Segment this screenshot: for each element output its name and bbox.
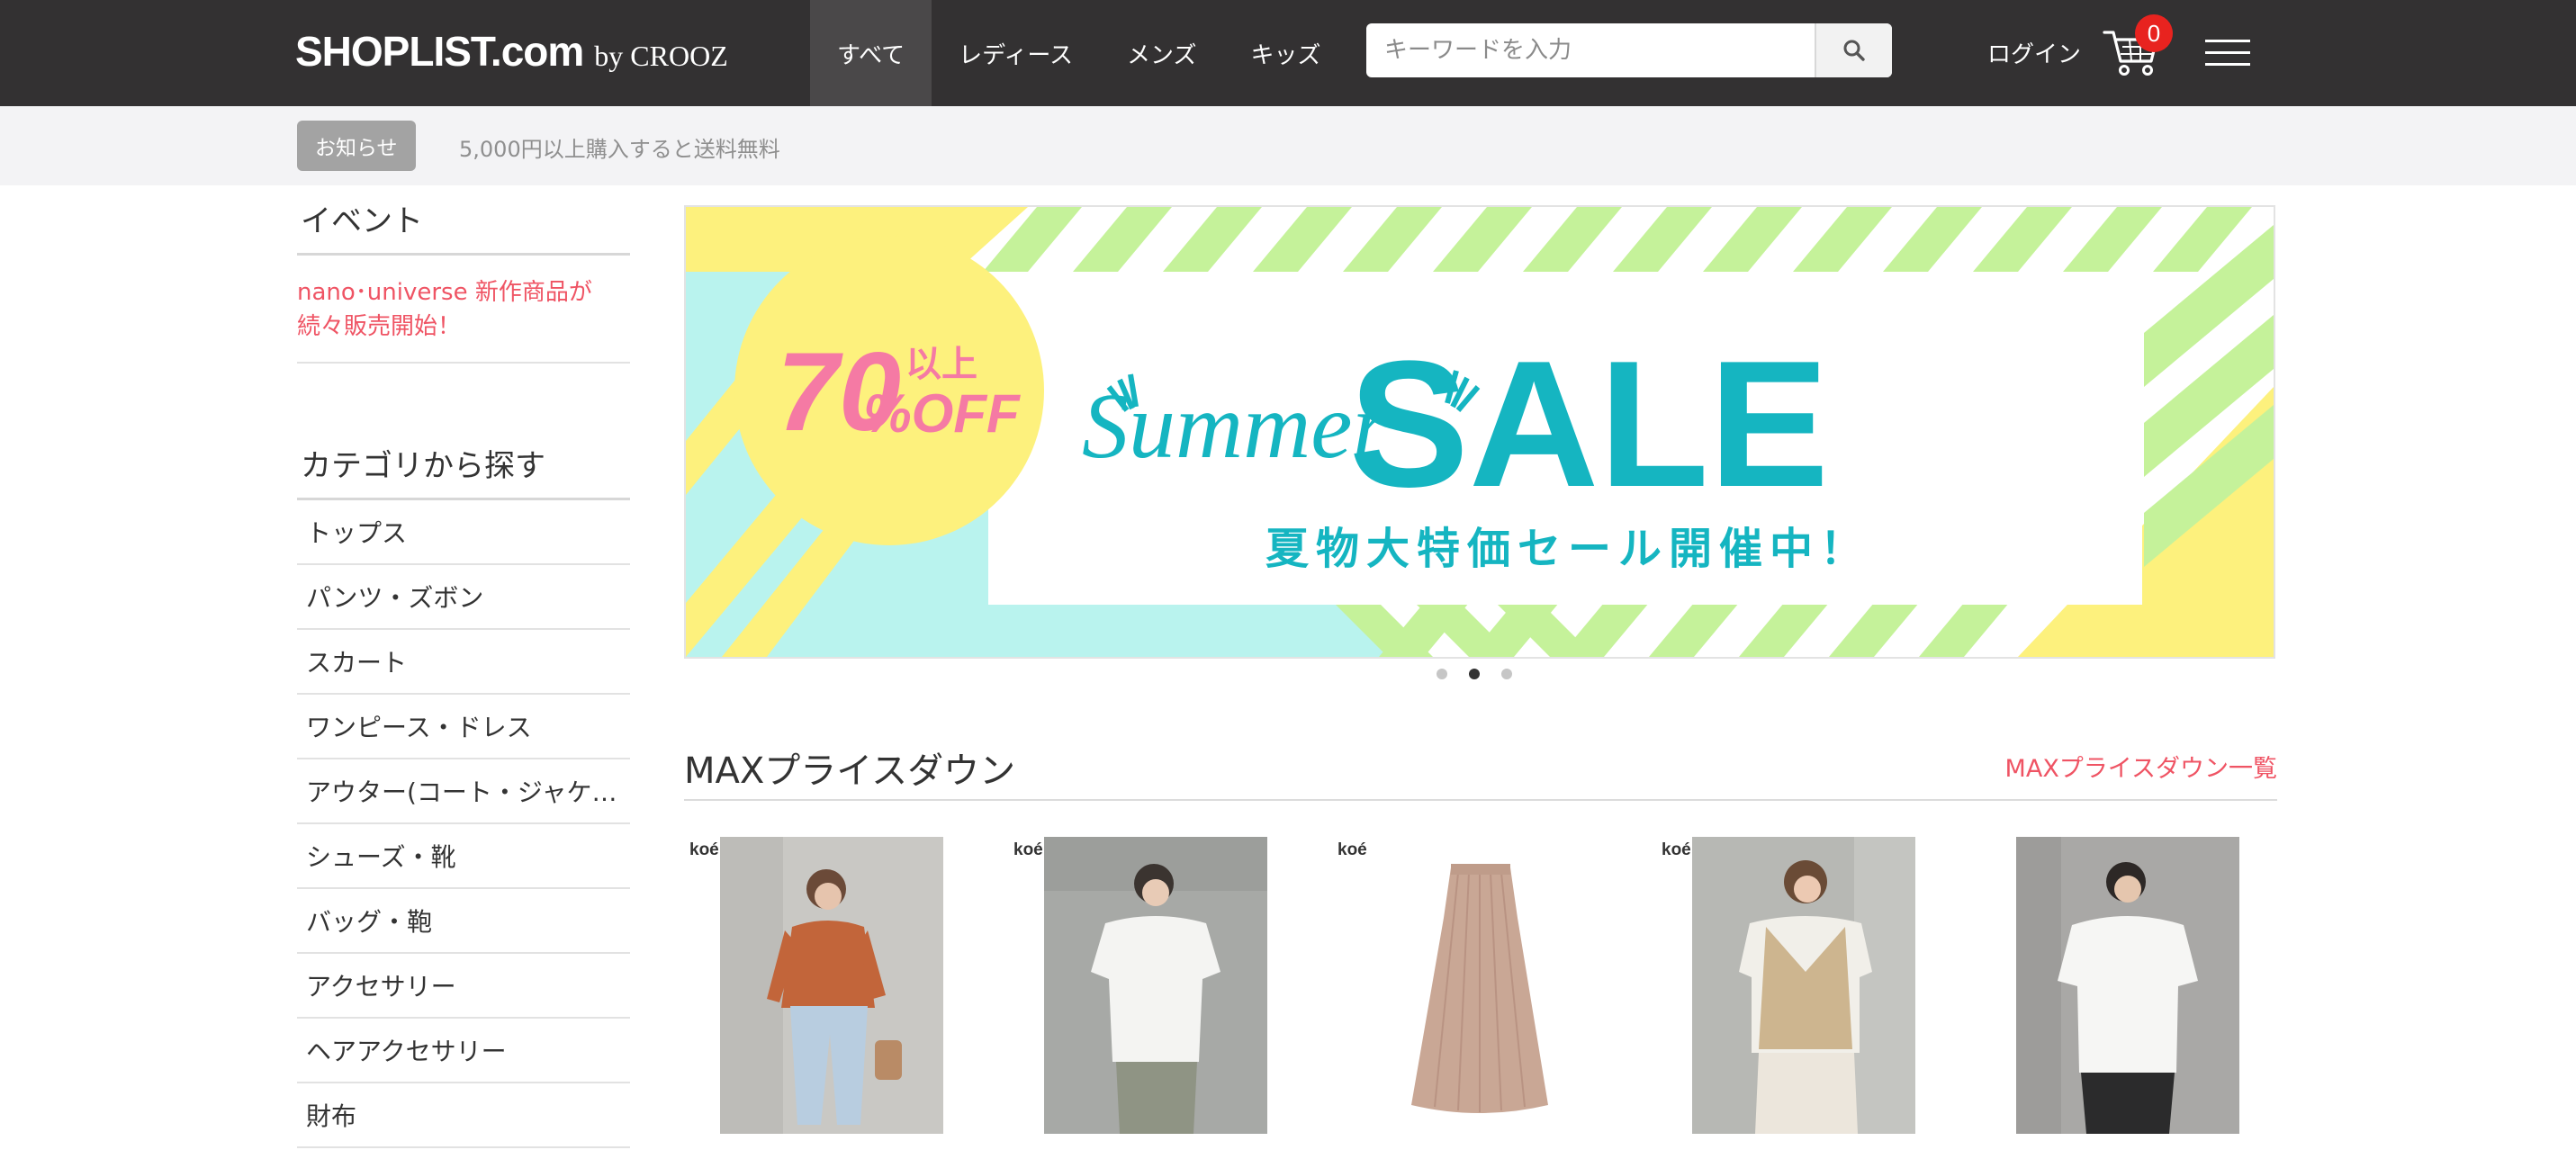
brand-logo: koé <box>1013 840 1043 859</box>
product-card[interactable]: koé <box>1008 837 1269 1150</box>
category-item-tops[interactable]: トップス <box>297 500 630 565</box>
product-image <box>720 837 943 1134</box>
cart-count-badge: 0 <box>2135 14 2173 52</box>
category-item-bags[interactable]: バッグ・鞄 <box>297 889 630 954</box>
brand-logo: koé <box>689 840 719 859</box>
banner-subtitle-text: 夏物大特価セール開催中！ <box>1265 524 1870 574</box>
notice-badge[interactable]: お知らせ <box>297 121 416 171</box>
section-view-all-link[interactable]: MAXプライスダウン一覧 <box>2005 749 2277 784</box>
search-input[interactable] <box>1366 23 1815 77</box>
sale-banner-graphic: 70 以上 %OFF Summer SALE 夏物大特価セール開催中！ <box>686 207 2274 657</box>
category-item-shoes[interactable]: シューズ・靴 <box>297 824 630 889</box>
banner-ijou-text: 以上 <box>905 344 977 385</box>
product-card[interactable]: koé <box>1656 837 1917 1150</box>
sale-banner[interactable]: 70 以上 %OFF Summer SALE 夏物大特価セール開催中！ <box>684 205 2275 659</box>
carousel-dot-1[interactable] <box>1437 669 1447 679</box>
sidebar: イベント nano･universe 新作商品が続々販売開始！ カテゴリから探す… <box>297 185 630 1148</box>
event-link[interactable]: nano･universe 新作商品が続々販売開始！ <box>297 256 630 364</box>
banner-summer-text: Summer <box>1082 374 1389 478</box>
carousel-dots <box>1437 669 1512 679</box>
nav-tab-mens[interactable]: メンズ <box>1100 0 1223 106</box>
product-card[interactable]: koé <box>1332 837 1593 1150</box>
login-link[interactable]: ログイン <box>1987 36 2081 69</box>
search-box <box>1366 23 1892 77</box>
section-title: MAXプライスダウン <box>684 750 1016 792</box>
site-logo[interactable]: SHOPLIST.com by CROOZ <box>295 20 728 83</box>
notice-text[interactable]: 5,000円以上購入すると送料無料 <box>459 131 780 163</box>
search-icon <box>1843 40 1865 61</box>
hamburger-menu-icon[interactable] <box>2205 38 2250 68</box>
category-item-skirt[interactable]: スカート <box>297 630 630 695</box>
nav-tab-ladies[interactable]: レディース <box>932 0 1100 106</box>
category-item-dress[interactable]: ワンピース・ドレス <box>297 695 630 759</box>
category-item-hair-accessories[interactable]: ヘアアクセサリー <box>297 1019 630 1083</box>
product-image <box>1044 837 1267 1134</box>
site-header: SHOPLIST.com by CROOZ すべて レディース メンズ キッズ … <box>0 0 2576 106</box>
category-item-accessories[interactable]: アクセサリー <box>297 954 630 1019</box>
logo-by-text: by CROOZ <box>594 40 728 72</box>
category-item-pants[interactable]: パンツ・ズボン <box>297 565 630 630</box>
brand-logo: koé <box>1662 840 1691 859</box>
nav-tab-kids[interactable]: キッズ <box>1224 0 1348 106</box>
product-image <box>1368 837 1591 1134</box>
product-card[interactable] <box>1980 837 2241 1150</box>
category-heading: カテゴリから探す <box>297 430 630 500</box>
event-heading: イベント <box>297 185 630 256</box>
carousel-dot-3[interactable] <box>1501 669 1512 679</box>
notice-bar: お知らせ 5,000円以上購入すると送料無料 <box>0 106 2576 185</box>
category-item-wallets[interactable]: 財布 <box>297 1083 630 1148</box>
product-image <box>2016 837 2239 1134</box>
price-down-section-header: MAXプライスダウン MAXプライスダウン一覧 <box>684 734 2277 801</box>
product-image <box>1692 837 1915 1134</box>
category-section: カテゴリから探す トップス パンツ・ズボン スカート ワンピース・ドレス アウタ… <box>297 430 630 1148</box>
category-item-outer[interactable]: アウター(コート・ジャケ… <box>297 759 630 824</box>
nav-tab-all[interactable]: すべて <box>810 0 932 106</box>
product-list: koé koé koé koé <box>684 837 2304 1150</box>
carousel-dot-2[interactable] <box>1469 669 1480 679</box>
banner-sale-text: SALE <box>1349 324 1829 525</box>
main-nav: すべて レディース メンズ キッズ <box>810 0 1348 106</box>
brand-logo: koé <box>1338 840 1367 859</box>
product-card[interactable]: koé <box>684 837 945 1150</box>
logo-main-text: SHOPLIST.com <box>295 28 584 75</box>
banner-off-text: %OFF <box>863 383 1021 444</box>
search-button[interactable] <box>1815 23 1892 77</box>
